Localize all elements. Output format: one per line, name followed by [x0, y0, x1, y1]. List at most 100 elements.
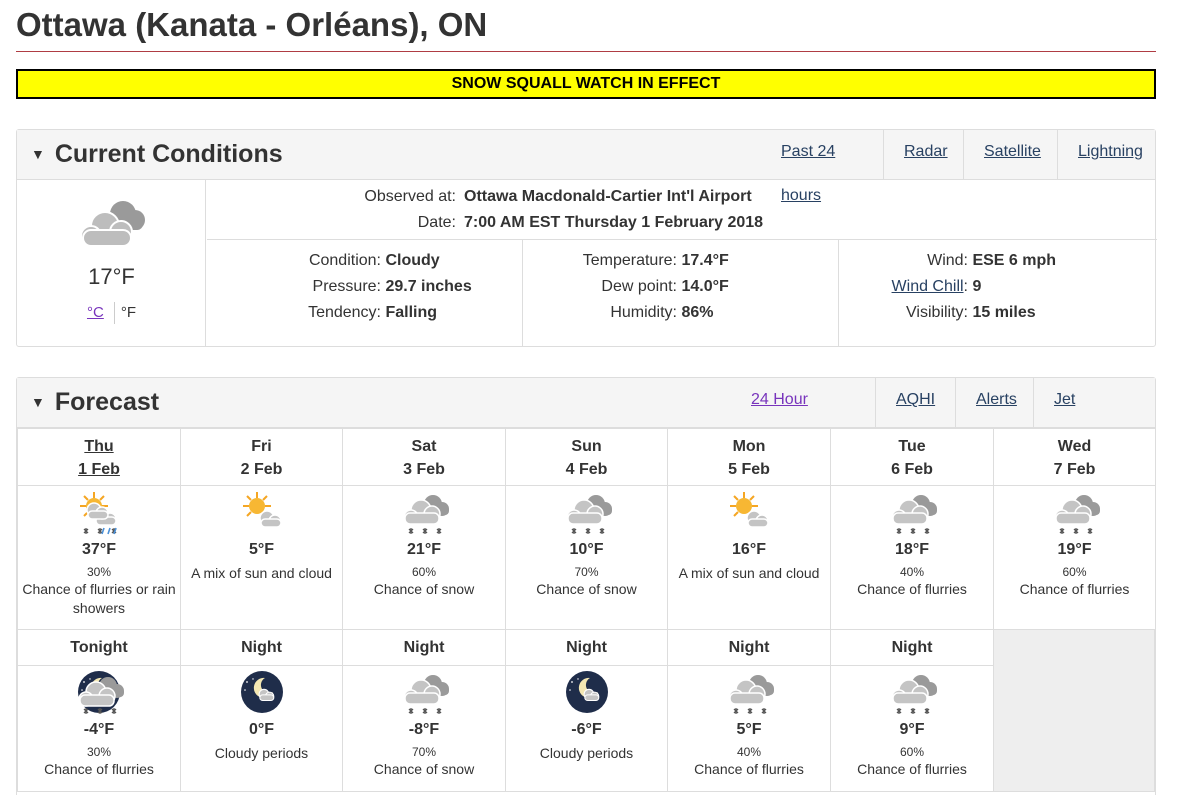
- night-cloudy-periods-icon: [240, 671, 283, 713]
- forecast-night-header: Night: [505, 629, 668, 666]
- forecast-summary: Chance of flurries: [857, 761, 967, 777]
- forecast-panel: ▼ Forecast 24 Hour Forecast AQHI Alerts J…: [16, 377, 1156, 795]
- forecast-day-cell: 10°F 70% Chance of snow: [505, 485, 668, 630]
- day-high-temp: 37°F: [82, 541, 116, 558]
- night-name: Night: [566, 639, 607, 656]
- forecast-summary: Chance of flurries: [1019, 581, 1130, 597]
- satellite-link[interactable]: Satellite: [963, 130, 1057, 180]
- forecast-summary: A mix of sun and cloud: [678, 565, 820, 581]
- day-date: 2 Feb: [240, 461, 283, 478]
- current-conditions-heading: Current Conditions: [54, 140, 283, 168]
- day-date: 7 Feb: [1053, 461, 1096, 478]
- forecast-day-cell: 19°F 60% Chance of flurries: [993, 485, 1156, 630]
- wind-chill-link[interactable]: Wind Chill: [892, 278, 964, 295]
- forecast-night-cell: 9°F 60% Chance of flurries: [830, 665, 994, 792]
- forecast-day-cell: 5°F A mix of sun and cloud: [180, 485, 343, 630]
- forecast-heading: Forecast: [54, 388, 160, 416]
- temperature-label: Temperature:: [582, 252, 677, 269]
- current-conditions-links: Past 24 hours Radar Satellite Lightning: [761, 130, 1155, 204]
- temperature-value: 17.4°F: [681, 252, 729, 269]
- night-low-temp: -8°F: [408, 721, 440, 738]
- past-24-hours-link[interactable]: Past 24 hours: [761, 130, 883, 204]
- forecast-night-cell: -8°F 70% Chance of snow: [342, 665, 506, 792]
- forecast-night-header: Night: [180, 629, 343, 666]
- day-name: Wed: [1057, 438, 1092, 455]
- collapse-caret-icon[interactable]: ▼: [31, 394, 45, 410]
- weather-alert-banner[interactable]: SNOW SQUALL WATCH IN EFFECT: [16, 69, 1156, 99]
- forecast-summary: Cloudy periods: [539, 745, 634, 761]
- day-name: Sun: [571, 438, 602, 455]
- forecast-day-cell: 16°F A mix of sun and cloud: [667, 485, 831, 630]
- cloud-flurries-icon: [891, 675, 937, 714]
- forecast-links: 24 Hour Forecast AQHI Alerts Jet Stream: [731, 378, 1155, 452]
- title-divider: [16, 51, 1156, 52]
- wind-chill-value: 9: [972, 278, 982, 295]
- forecast-title[interactable]: ▼ Forecast: [31, 388, 159, 417]
- current-conditions-title[interactable]: ▼ Current Conditions: [31, 140, 283, 169]
- current-conditions-panel: ▼ Current Conditions Past 24 hours Radar …: [16, 129, 1157, 347]
- humidity-label: Humidity:: [610, 304, 677, 321]
- precip-chance: 60%: [1062, 565, 1087, 579]
- forecast-night-cell: -4°F 30% Chance of flurries: [17, 665, 181, 792]
- collapse-caret-icon[interactable]: ▼: [31, 146, 45, 162]
- humidity-value: 86%: [681, 304, 714, 321]
- precip-chance: 60%: [411, 565, 437, 579]
- current-temperature: 17°F: [88, 264, 135, 289]
- observation-info: Observed at: Ottawa Macdonald-Cartier Int…: [207, 184, 1157, 240]
- date-value: 7:00 AM EST Thursday 1 February 2018: [464, 214, 764, 231]
- cloudy-icon: [80, 201, 145, 247]
- wind-value: ESE 6 mph: [972, 252, 1057, 269]
- pressure-value: 29.7 inches: [385, 278, 472, 295]
- forecast-summary: Chance of snow: [373, 761, 475, 777]
- aqhi-link[interactable]: AQHI: [875, 378, 955, 428]
- day-name: Thu: [84, 438, 114, 455]
- 24-hour-forecast-link[interactable]: 24 Hour Forecast: [731, 378, 875, 452]
- forecast-day-header: Tue 6 Feb: [830, 428, 994, 486]
- jet-stream-link[interactable]: Jet Stream: [1033, 378, 1151, 452]
- night-name: Tonight: [70, 639, 128, 656]
- forecast-summary: Chance of flurries: [694, 761, 804, 777]
- day-date: 3 Feb: [403, 461, 445, 478]
- night-cloud-flurries-icon: [78, 671, 124, 714]
- forecast-day-header: Sat 3 Feb: [342, 428, 506, 486]
- day-name: Mon: [732, 438, 766, 455]
- alerts-link[interactable]: Alerts: [955, 378, 1033, 428]
- current-conditions-header: ▼ Current Conditions Past 24 hours Radar …: [17, 130, 1155, 204]
- precip-chance: 70%: [411, 745, 437, 759]
- forecast-summary: Chance of snow: [373, 581, 475, 597]
- forecast-night-cell: 0°F Cloudy periods: [180, 665, 343, 792]
- night-low-temp: 9°F: [899, 721, 925, 738]
- day-high-temp: 18°F: [895, 541, 929, 558]
- day-name: Tue: [898, 438, 926, 455]
- night-low-temp: 5°F: [736, 721, 762, 738]
- page-title: Ottawa (Kanata - Orléans), ON: [16, 6, 488, 43]
- lightning-link[interactable]: Lightning: [1057, 130, 1155, 180]
- pressure-label: Pressure:: [312, 278, 381, 295]
- day-high-temp: 21°F: [407, 541, 441, 558]
- sun-cloud-flurries-rain-icon: [80, 492, 117, 535]
- forecast-summary: Chance of flurries or rain showers: [22, 581, 176, 616]
- fahrenheit-label: °F: [120, 303, 136, 321]
- forecast-night-cell: -6°F Cloudy periods: [505, 665, 668, 792]
- cloud-snow-icon: [565, 495, 612, 534]
- night-name: Night: [891, 639, 933, 656]
- day-high-temp: 5°F: [248, 541, 275, 558]
- cloud-flurries-icon: [1053, 495, 1100, 534]
- observed-at-value: Ottawa Macdonald-Cartier Int'l Airport: [464, 188, 752, 205]
- precip-chance: 70%: [574, 565, 599, 579]
- celsius-link[interactable]: °C: [87, 304, 104, 321]
- unit-divider: [113, 302, 115, 324]
- day-name: Sat: [411, 438, 437, 455]
- forecast-day-header: Mon 5 Feb: [667, 428, 831, 486]
- tendency-value: Falling: [385, 304, 438, 321]
- precip-chance: 40%: [736, 745, 762, 759]
- empty-night-cell: [993, 629, 1155, 792]
- forecast-day-header: Sun 4 Feb: [505, 428, 668, 486]
- date-label: Date:: [417, 214, 456, 231]
- precip-chance: 30%: [86, 565, 112, 579]
- sun-cloud-icon: [730, 492, 769, 528]
- forecast-night-header: Night: [342, 629, 506, 666]
- forecast-summary: A mix of sun and cloud: [191, 565, 332, 581]
- forecast-summary: Cloudy periods: [214, 745, 309, 761]
- radar-link[interactable]: Radar: [883, 130, 963, 180]
